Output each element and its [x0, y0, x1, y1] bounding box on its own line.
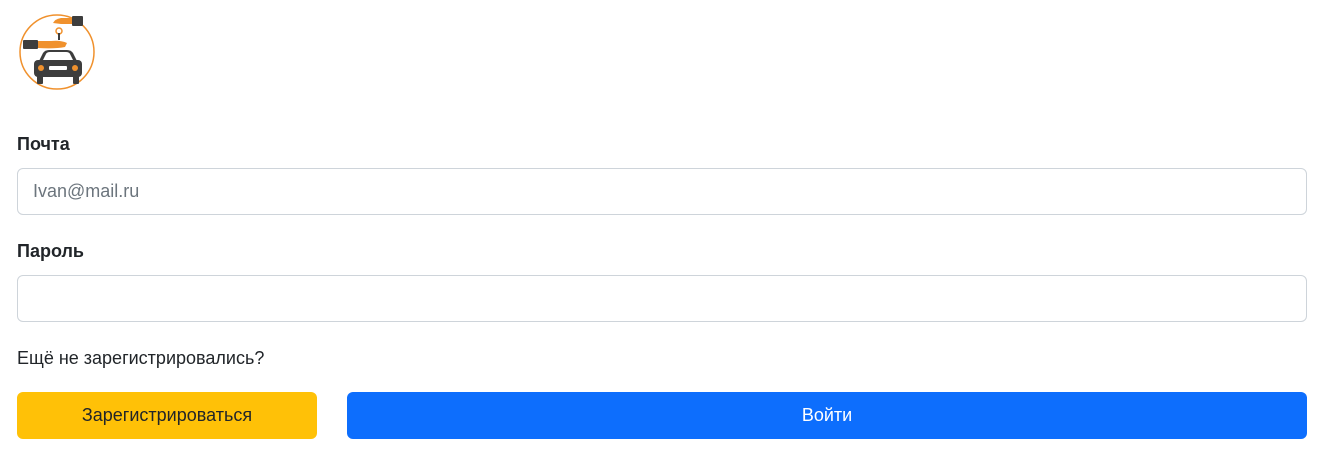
app-logo: [17, 13, 97, 91]
email-input[interactable]: [17, 168, 1307, 215]
password-label: Пароль: [17, 241, 84, 261]
login-button[interactable]: Войти: [347, 392, 1307, 439]
car-keys-handover-logo-icon: [19, 14, 95, 90]
password-input[interactable]: [17, 275, 1307, 322]
email-label: Почта: [17, 134, 70, 154]
register-hint: Ещё не зарегистрировались?: [17, 348, 265, 368]
register-button[interactable]: Зарегистрироваться: [17, 392, 317, 439]
